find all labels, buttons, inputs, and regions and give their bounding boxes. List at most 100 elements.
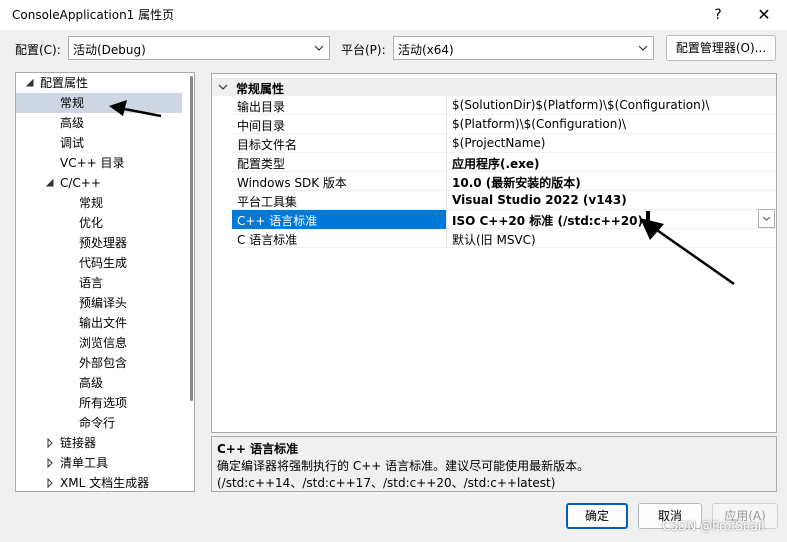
tree-item-label: 优化 <box>79 216 104 230</box>
column-divider <box>446 210 447 229</box>
property-name: 平台工具集 <box>237 195 298 209</box>
column-divider <box>446 153 447 172</box>
description-text: 确定编译器将强制执行的 C++ 语言标准。建议尽可能使用最新版本。(/std:c… <box>217 459 590 490</box>
tree-item[interactable]: 调试 <box>16 133 182 153</box>
tree-item[interactable]: 常规 <box>16 193 182 213</box>
tree-item-label: C/C++ <box>60 176 101 190</box>
tree-item[interactable]: XML 文档生成器 <box>16 473 182 491</box>
description-title: C++ 语言标准 <box>217 442 299 456</box>
property-name: Windows SDK 版本 <box>237 176 347 190</box>
tree-item-label: 常规 <box>60 96 85 110</box>
tree-item-label: 输出文件 <box>79 316 128 330</box>
property-name: 配置类型 <box>237 157 286 171</box>
property-row[interactable]: 中间目录 $(Platform)\$(Configuration)\ <box>232 115 776 134</box>
tree-item[interactable]: 清单工具 <box>16 453 182 473</box>
chevron-down-icon <box>314 45 324 51</box>
tree-item-label: 预编译头 <box>79 296 128 310</box>
config-label: 配置(C): <box>15 43 61 57</box>
config-value: 活动(Debug) <box>73 43 146 57</box>
tree-item[interactable]: 浏览信息 <box>16 333 182 353</box>
tree-item-label: 配置属性 <box>40 76 89 90</box>
property-value[interactable]: 应用程序(.exe) <box>452 155 540 172</box>
collapse-icon[interactable] <box>218 82 228 92</box>
property-value[interactable]: $(ProjectName) <box>452 136 545 150</box>
chevron-down-icon <box>762 216 771 221</box>
column-divider <box>446 229 447 248</box>
tree-item-label: 链接器 <box>60 436 97 450</box>
tree-item-label: 命令行 <box>79 416 116 430</box>
expand-closed-icon[interactable] <box>45 458 55 468</box>
tree-item-label: 语言 <box>79 276 104 290</box>
property-name: 目标文件名 <box>237 138 298 152</box>
ok-button[interactable]: 确定 <box>566 503 628 529</box>
property-name: 输出目录 <box>237 100 286 114</box>
tree-scrollbar[interactable] <box>190 76 193 401</box>
tree-item[interactable]: 代码生成 <box>16 253 182 273</box>
tree-item-label: XML 文档生成器 <box>60 476 150 490</box>
column-divider <box>446 115 447 134</box>
property-row[interactable]: Windows SDK 版本 10.0 (最新安装的版本) <box>232 172 776 191</box>
column-divider <box>446 134 447 153</box>
annotation-arrow-icon <box>109 100 162 118</box>
tree-item[interactable]: 预编译头 <box>16 293 182 313</box>
expand-closed-icon[interactable] <box>45 478 55 488</box>
tree-item-label: VC++ 目录 <box>60 156 125 170</box>
watermark: CSDN @ProfSnail <box>662 519 765 533</box>
tree-item[interactable]: 链接器 <box>16 433 182 453</box>
property-value[interactable]: 10.0 (最新安装的版本) <box>452 174 581 191</box>
property-value[interactable]: ISO C++20 标准 (/std:c++20) <box>452 212 643 229</box>
tree-item-label: 调试 <box>60 136 85 150</box>
description-panel: C++ 语言标准 确定编译器将强制执行的 C++ 语言标准。建议尽可能使用最新版… <box>211 436 777 492</box>
help-button[interactable]: ? <box>695 0 741 30</box>
expand-open-icon[interactable] <box>45 178 55 188</box>
platform-dropdown[interactable]: 活动(x64) <box>393 36 654 60</box>
tree-item[interactable]: 外部包含 <box>16 353 182 373</box>
annotation-arrow-icon <box>640 218 735 286</box>
property-row[interactable]: 配置类型 应用程序(.exe) <box>232 153 776 172</box>
column-divider <box>446 172 447 191</box>
tree-item-label: 高级 <box>79 376 104 390</box>
tree-item[interactable]: 优化 <box>16 213 182 233</box>
window-title: ConsoleApplication1 属性页 <box>12 8 175 22</box>
tree-item[interactable]: C/C++ <box>16 173 182 193</box>
close-button[interactable]: ✕ <box>741 0 787 30</box>
property-value[interactable]: Visual Studio 2022 (v143) <box>452 193 627 207</box>
tree-item[interactable]: VC++ 目录 <box>16 153 182 173</box>
tree-item[interactable]: 所有选项 <box>16 393 182 413</box>
tree-item[interactable]: 语言 <box>16 273 182 293</box>
property-value[interactable]: 默认(旧 MSVC) <box>452 231 536 248</box>
property-row[interactable]: 输出目录 $(SolutionDir)$(Platform)\$(Configur… <box>232 96 776 115</box>
tree-item[interactable]: 高级 <box>16 373 182 393</box>
tree-item[interactable]: 预处理器 <box>16 233 182 253</box>
property-row[interactable]: 平台工具集 Visual Studio 2022 (v143) <box>232 191 776 210</box>
column-divider <box>446 191 447 210</box>
property-name: C 语言标准 <box>237 233 298 247</box>
tree-item[interactable]: 命令行 <box>16 413 182 433</box>
category-title: 常规属性 <box>236 82 285 96</box>
property-value[interactable]: $(SolutionDir)$(Platform)\$(Configuratio… <box>452 98 709 112</box>
title-bar: ConsoleApplication1 属性页 ? ✕ <box>0 0 787 30</box>
tree-item[interactable]: 输出文件 <box>16 313 182 333</box>
property-value[interactable]: $(Platform)\$(Configuration)\ <box>452 117 626 131</box>
expand-closed-icon[interactable] <box>45 438 55 448</box>
expand-open-icon[interactable] <box>25 78 35 88</box>
property-row[interactable]: 目标文件名 $(ProjectName) <box>232 134 776 153</box>
tree-item-label: 预处理器 <box>79 236 128 250</box>
property-name: C++ 语言标准 <box>237 214 318 228</box>
tree-item-label: 代码生成 <box>79 256 128 270</box>
tree-item-label: 外部包含 <box>79 356 128 370</box>
tree-item-label: 清单工具 <box>60 456 109 470</box>
platform-value: 活动(x64) <box>398 43 454 57</box>
tree-item-label: 常规 <box>79 196 104 210</box>
config-dropdown[interactable]: 活动(Debug) <box>68 36 330 60</box>
column-divider <box>446 96 447 115</box>
chevron-down-icon <box>638 45 648 51</box>
config-manager-button[interactable]: 配置管理器(O)... <box>666 35 776 61</box>
category-header[interactable]: 常规属性 <box>212 78 776 96</box>
tree-item[interactable]: 配置属性 <box>16 73 182 93</box>
property-tree: 配置属性 常规 高级 调试 VC++ 目录 C/C++ 常规 优化 预处理器 代码生成 语言 预编译头… <box>15 72 195 492</box>
tree-item-label: 浏览信息 <box>79 336 128 350</box>
property-name: 中间目录 <box>237 119 286 133</box>
value-dropdown-button[interactable] <box>758 209 775 228</box>
tree-item-label: 高级 <box>60 116 85 130</box>
